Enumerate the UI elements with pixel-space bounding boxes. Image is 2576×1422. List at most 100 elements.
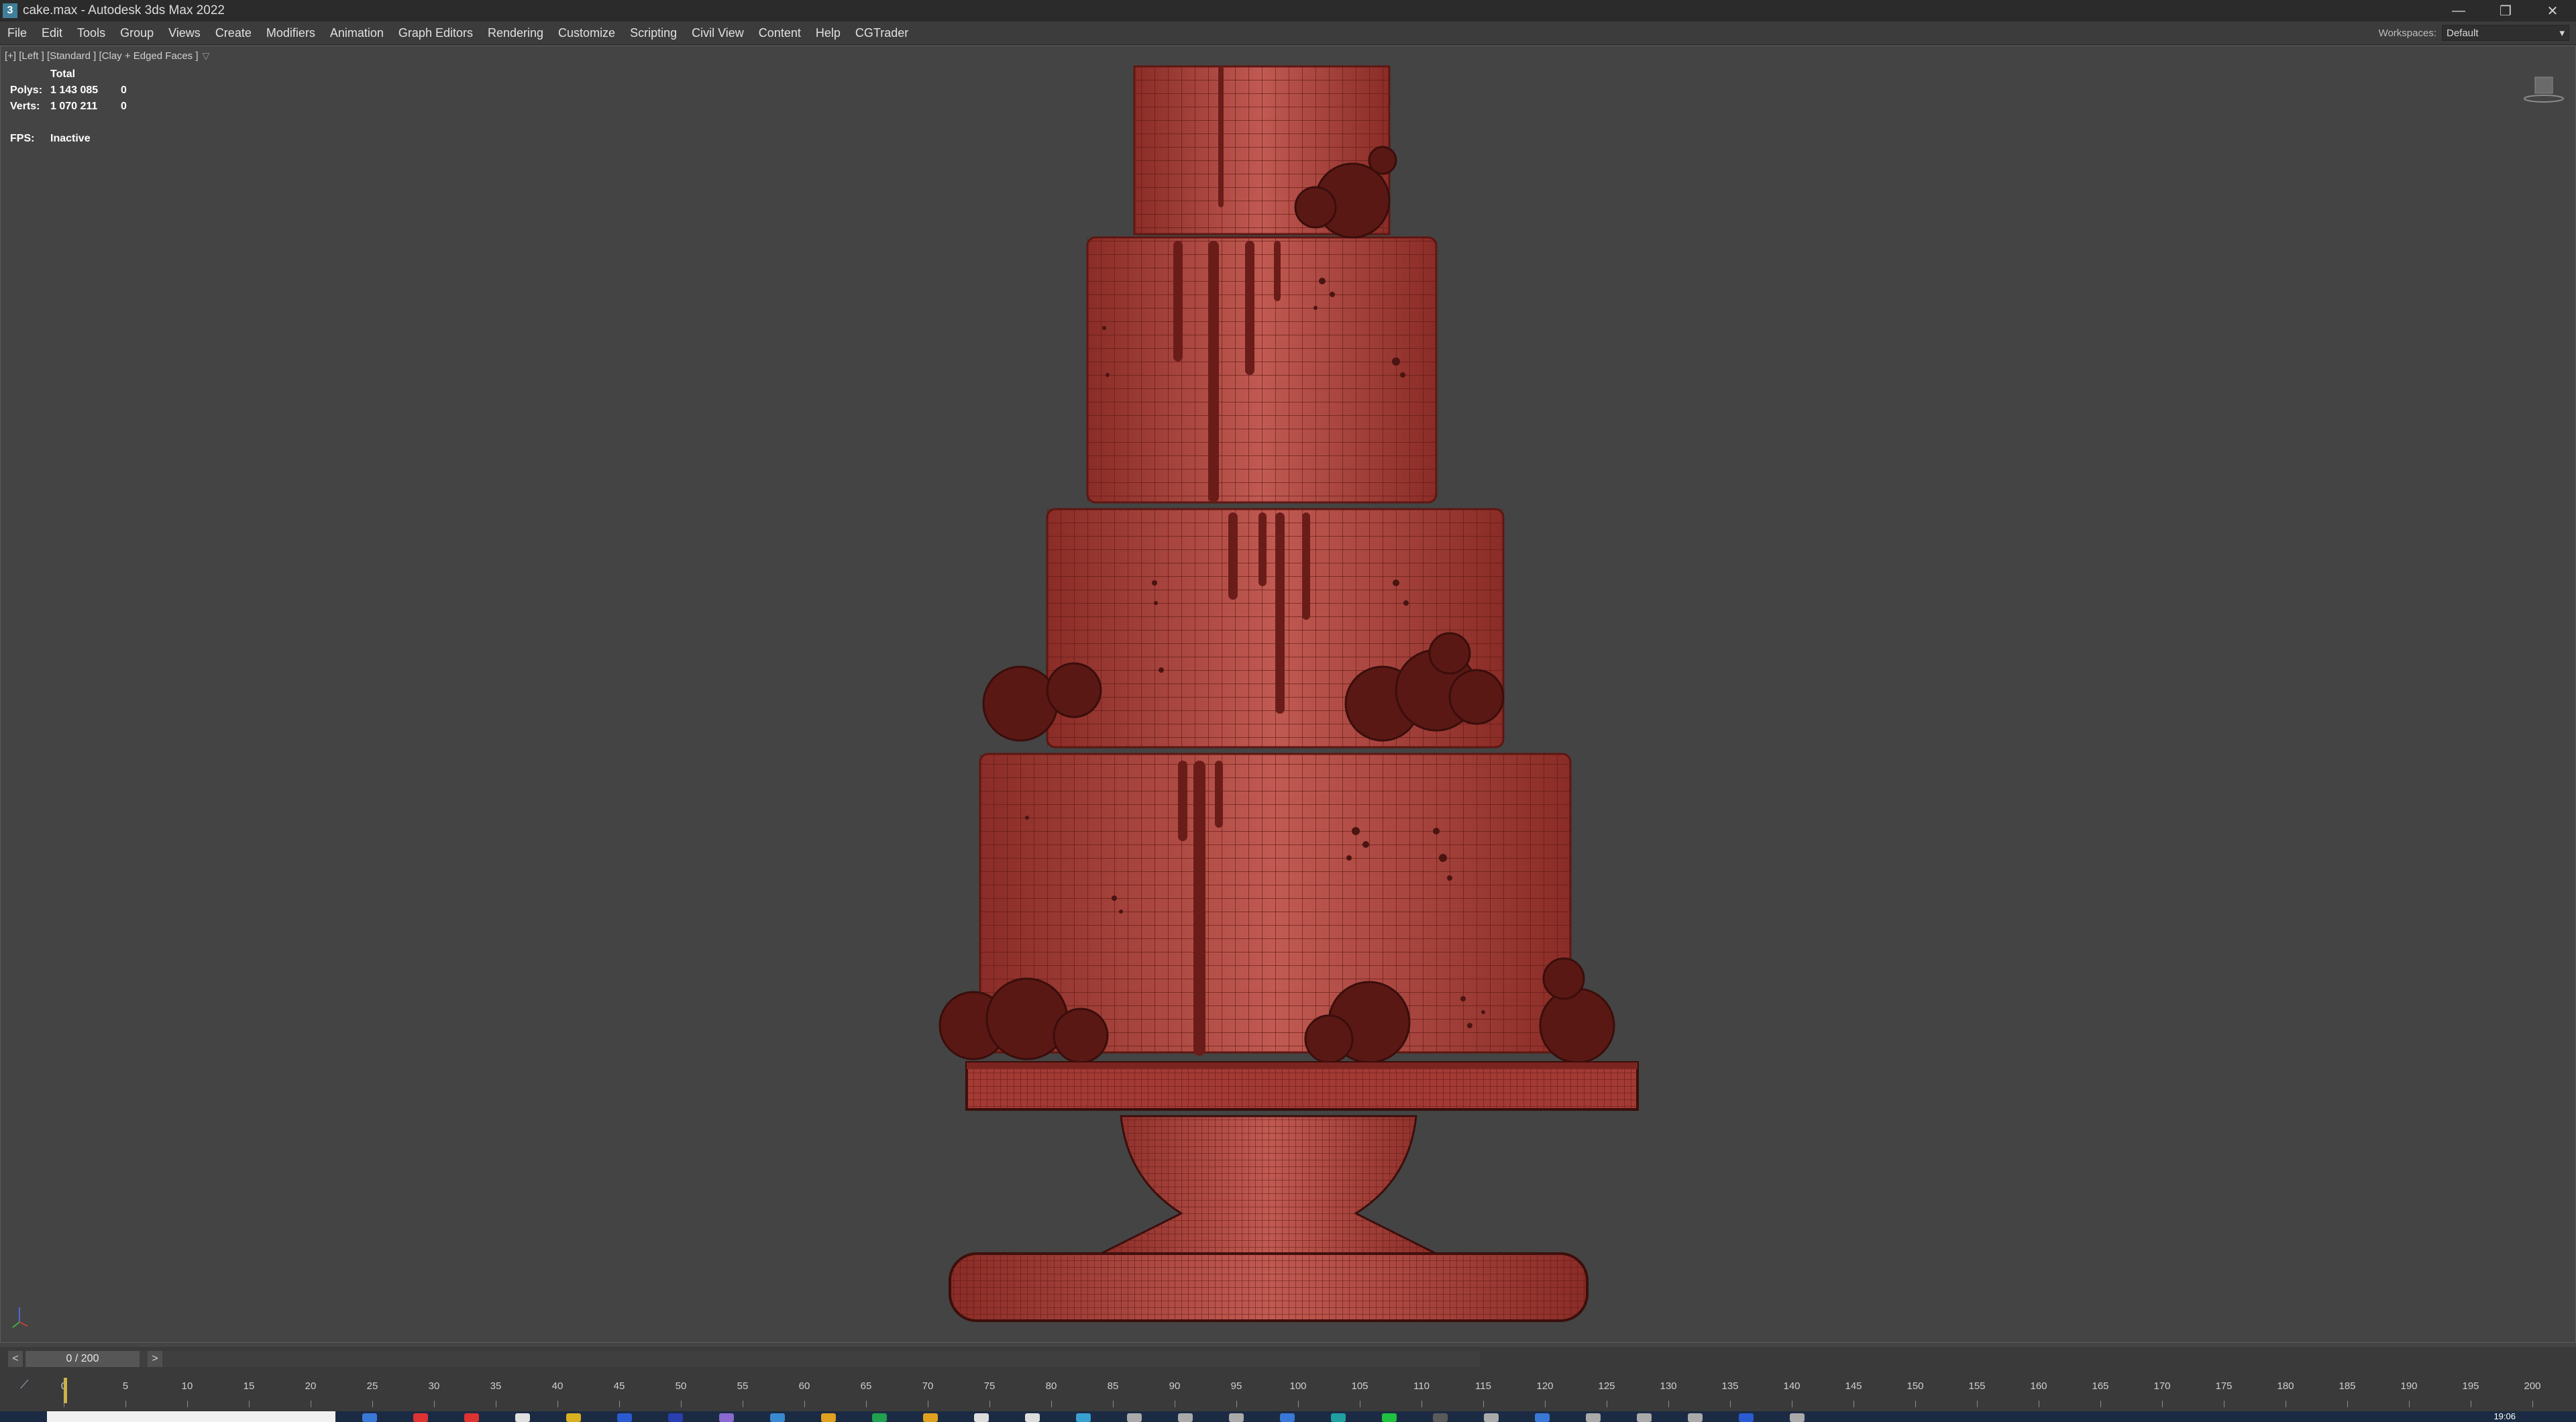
ruler-tick [2347,1401,2348,1407]
ruler-label: 35 [490,1380,502,1392]
close-button[interactable]: ✕ [2529,0,2576,21]
minimize-button[interactable]: — [2435,0,2482,21]
taskbar-app-icon[interactable] [770,1413,785,1422]
ruler-label: 5 [122,1380,129,1392]
taskbar-app-icon[interactable] [719,1413,734,1422]
taskbar-app-icon[interactable] [1280,1413,1295,1422]
taskbar-app-icon[interactable] [1790,1413,1805,1422]
ruler-tick [1051,1401,1052,1407]
ruler-tick [557,1401,558,1407]
taskbar-app-icon[interactable] [668,1413,683,1422]
ruler-tick [434,1401,435,1407]
workspace-dropdown[interactable]: Default ▾ [2442,25,2569,41]
menu-tools[interactable]: Tools [70,26,113,40]
time-cursor[interactable] [64,1378,67,1403]
menu-edit[interactable]: Edit [34,26,70,40]
ruler-label: 185 [2339,1380,2356,1392]
menu-rendering[interactable]: Rendering [480,26,551,40]
filter-icon[interactable]: ▽ [203,50,210,62]
menu-create[interactable]: Create [208,26,259,40]
ruler-label: 15 [243,1380,255,1392]
taskbar-app-icon[interactable] [1586,1413,1601,1422]
menu-graph-editors[interactable]: Graph Editors [391,26,480,40]
frame-ruler[interactable]: 0510152025303540455055606570758085909510… [61,1380,2541,1407]
viewport-label[interactable]: [+] [Left ] [Standard ] [Clay + Edged Fa… [5,50,209,62]
app-icon: 3 [3,3,17,18]
ruler-label: 20 [305,1380,317,1392]
menu-animation[interactable]: Animation [323,26,391,40]
time-slider-thumb[interactable]: 0 / 200 [25,1351,140,1367]
taskbar-app-icon[interactable] [1331,1413,1346,1422]
ruler-label: 30 [428,1380,440,1392]
cake-model[interactable] [913,46,1664,1341]
taskbar-app-icon[interactable] [872,1413,887,1422]
prev-frame-button[interactable]: < [8,1351,23,1367]
menu-help[interactable]: Help [808,26,848,40]
ruler-tick [1668,1401,1669,1407]
window-title: cake.max - Autodesk 3ds Max 2022 [23,3,225,17]
taskbar-app-icon[interactable] [1739,1413,1754,1422]
track-bar[interactable]: ⟋ 05101520253035404550556065707580859095… [0,1371,2576,1411]
viewport-left[interactable]: [+] [Left ] [Standard ] [Clay + Edged Fa… [0,46,2576,1343]
taskbar-app-icon[interactable] [1229,1413,1244,1422]
ruler-tick [804,1401,805,1407]
menu-content[interactable]: Content [751,26,808,40]
ruler-tick [989,1401,990,1407]
menu-customize[interactable]: Customize [551,26,623,40]
ruler-label: 55 [737,1380,749,1392]
cake-tier-4 [979,753,1572,1054]
time-slider-track[interactable] [25,1351,1480,1367]
taskbar-app-icon[interactable] [821,1413,836,1422]
taskbar-app-icon[interactable] [566,1413,581,1422]
menu-file[interactable]: File [0,26,34,40]
taskbar-app-icon[interactable] [362,1413,377,1422]
taskbar-app-icon[interactable] [1637,1413,1652,1422]
taskbar-app-icon[interactable] [1484,1413,1499,1422]
track-bar-toggle-icon[interactable]: ⟋ [20,1378,29,1392]
taskbar-app-icon[interactable] [1127,1413,1142,1422]
ruler-label: 100 [1289,1380,1307,1392]
ruler-label: 60 [798,1380,810,1392]
taskbar-search[interactable] [47,1411,335,1422]
taskbar-app-icon[interactable] [1535,1413,1550,1422]
next-frame-button[interactable]: > [148,1351,162,1367]
ruler-tick [2100,1401,2101,1407]
restore-button[interactable]: ❐ [2482,0,2529,21]
menu-civil-view[interactable]: Civil View [684,26,751,40]
ruler-tick [2532,1401,2533,1407]
menu-group[interactable]: Group [113,26,161,40]
menu-modifiers[interactable]: Modifiers [259,26,323,40]
taskbar-app-icon[interactable] [413,1413,428,1422]
ruler-tick [187,1401,188,1407]
title-bar: 3 cake.max - Autodesk 3ds Max 2022 — ❐ ✕ [0,0,2576,21]
menu-cgtrader[interactable]: CGTrader [848,26,916,40]
taskbar-app-icon[interactable] [1076,1413,1091,1422]
ruler-tick [125,1401,126,1407]
taskbar-app-icon[interactable] [1178,1413,1193,1422]
viewcube-icon[interactable] [2523,74,2565,105]
ruler-label: 135 [1721,1380,1739,1392]
taskbar-app-icon[interactable] [923,1413,938,1422]
taskbar-app-icon[interactable] [1688,1413,1703,1422]
taskbar-app-icon[interactable] [1025,1413,1040,1422]
menu-views[interactable]: Views [161,26,208,40]
ruler-tick [1113,1401,1114,1407]
taskbar-app-icon[interactable] [515,1413,530,1422]
axis-tripod-icon [12,1307,28,1328]
menu-scripting[interactable]: Scripting [623,26,684,40]
cake-stand-stem [1100,1115,1437,1255]
taskbar-app-icon[interactable] [617,1413,632,1422]
taskbar-app-icon[interactable] [974,1413,989,1422]
ruler-tick [681,1401,682,1407]
time-slider-bar: < 0 / 200 > [0,1347,2576,1371]
taskbar-app-icon[interactable] [1382,1413,1397,1422]
ruler-label: 70 [922,1380,934,1392]
ruler-tick [1977,1401,1978,1407]
viewport-label-text[interactable]: [+] [Left ] [Standard ] [Clay + Edged Fa… [5,50,199,62]
ruler-label: 95 [1230,1380,1242,1392]
taskbar-app-icon[interactable] [464,1413,479,1422]
cake-stand-plate [965,1061,1639,1111]
verts-selected: 0 [121,101,127,112]
taskbar-app-icon[interactable] [1433,1413,1448,1422]
ruler-label: 90 [1169,1380,1181,1392]
